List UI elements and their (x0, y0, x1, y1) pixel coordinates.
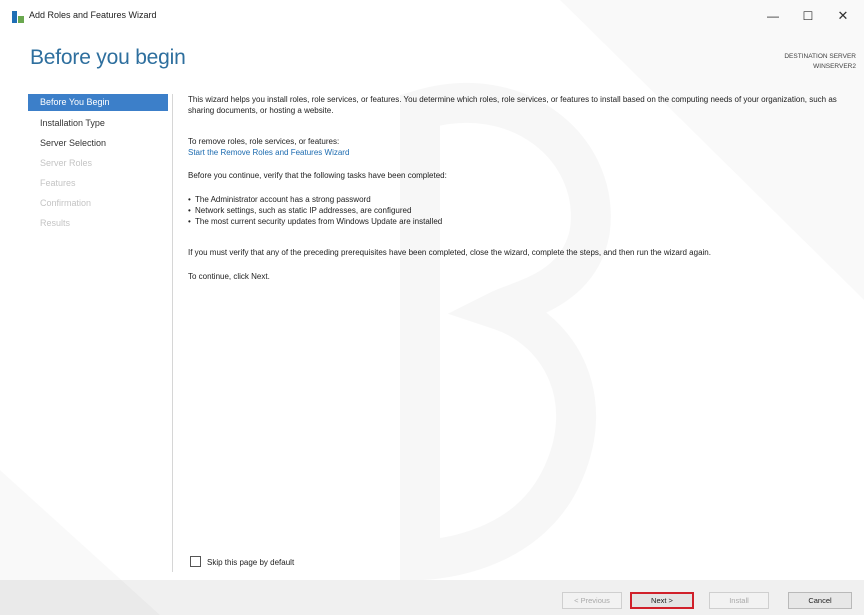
list-item: Network settings, such as static IP addr… (188, 205, 442, 216)
skip-page-checkbox[interactable] (190, 556, 201, 567)
destination-server-info: DESTINATION SERVER WINSERVER2 (784, 52, 856, 72)
nav-step-server-roles: Server Roles (40, 158, 93, 168)
nav-step-confirmation: Confirmation (40, 198, 92, 208)
nav-step-results: Results (40, 218, 71, 228)
skip-page-label: Skip this page by default (207, 558, 295, 567)
maximize-button[interactable]: ☐ (795, 4, 821, 28)
remove-roles-link[interactable]: Start the Remove Roles and Features Wiza… (188, 147, 349, 158)
wizard-step-nav: Before You Begin Installation Type Serve… (28, 94, 173, 572)
nav-step-installation-type[interactable]: Installation Type (28, 115, 168, 132)
nav-step-features: Features (40, 178, 76, 188)
skip-page-option[interactable]: Skip this page by default (190, 556, 294, 568)
destination-server-value: WINSERVER2 (813, 63, 856, 70)
prerequisite-note: If you must verify that any of the prece… (188, 248, 711, 257)
list-item: The most current security updates from W… (188, 216, 442, 227)
destination-server-label: DESTINATION SERVER (784, 53, 856, 60)
wizard-footer: < Previous Next > Install Cancel (0, 580, 864, 615)
minimize-button[interactable]: — (760, 4, 786, 28)
install-button: Install (709, 592, 769, 609)
intro-text: This wizard helps you install roles, rol… (188, 95, 837, 115)
verify-text: Before you continue, verify that the fol… (188, 171, 447, 180)
continue-text: To continue, click Next. (188, 272, 270, 281)
cancel-button[interactable]: Cancel (788, 592, 852, 609)
window-title: Add Roles and Features Wizard (29, 10, 157, 20)
nav-step-before-you-begin[interactable]: Before You Begin (28, 94, 168, 111)
list-item: The Administrator account has a strong p… (188, 194, 442, 205)
page-title: Before you begin (30, 46, 186, 69)
remove-roles-label: To remove roles, role services, or featu… (188, 137, 340, 146)
server-manager-icon (12, 11, 24, 23)
previous-button: < Previous (562, 592, 622, 609)
nav-step-server-selection[interactable]: Server Selection (28, 135, 168, 152)
next-button[interactable]: Next > (630, 592, 694, 609)
prerequisite-list: The Administrator account has a strong p… (188, 194, 442, 227)
title-bar: Add Roles and Features Wizard — ☐ ✕ (0, 0, 864, 34)
close-button[interactable]: ✕ (830, 4, 856, 28)
